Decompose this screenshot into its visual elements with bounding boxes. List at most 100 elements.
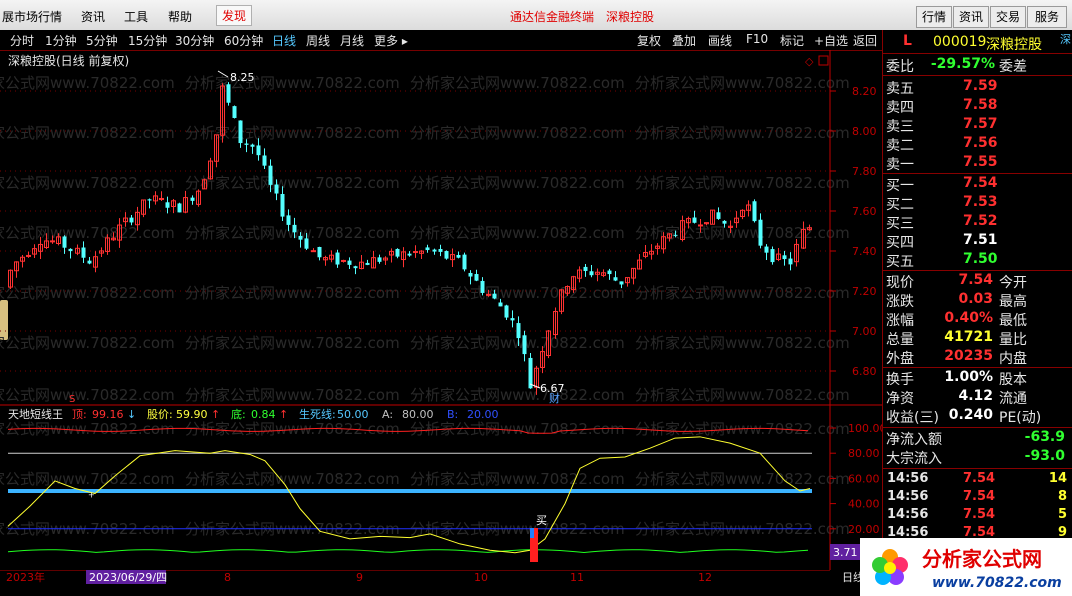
bid-row[interactable]: 买四 7.51 <box>883 232 1069 251</box>
stat-row[interactable]: 收益(三) 0.240 PE(动) <box>883 407 1069 426</box>
watermark-text: 分析家公式网www.70822.com <box>410 124 625 142</box>
flow-row[interactable]: 净流入额 -63.9 <box>883 429 1069 448</box>
trade-row[interactable]: 14:56 7.54 8 <box>883 489 1072 507</box>
quote-button[interactable]: 行情 <box>916 6 952 28</box>
maximize-icon[interactable] <box>818 55 829 66</box>
candle-body <box>274 184 279 194</box>
ask-row[interactable]: 卖五 7.59 <box>883 78 1069 97</box>
bid-row[interactable]: 买二 7.53 <box>883 194 1069 213</box>
stock-code: 000019 <box>933 34 987 50</box>
overlay-button[interactable]: 叠加 <box>672 32 696 49</box>
month-label: 9 <box>356 571 363 584</box>
tab-15min[interactable]: 15分钟 <box>128 32 167 49</box>
tab-more[interactable]: 更多 ▸ <box>374 32 408 49</box>
legend-label: 底: <box>231 407 246 421</box>
stat-row[interactable]: 换手 1.00% 股本 <box>883 369 1069 388</box>
stat-label-2: 最高 <box>999 294 1027 310</box>
f10-button[interactable]: F10 <box>746 32 768 46</box>
candle-body <box>256 145 261 156</box>
candle-body <box>589 271 594 276</box>
stat-label: 涨跌 <box>886 294 914 310</box>
month-label: 12 <box>698 571 712 584</box>
ask-row[interactable]: 卖四 7.58 <box>883 97 1069 116</box>
candle-body <box>468 272 473 277</box>
indicator-chart[interactable]: 分析家公式网www.70822.com 分析家公式网www.70822.com 分析… <box>0 406 882 570</box>
ask-price: 7.56 <box>963 135 998 151</box>
tab-30min[interactable]: 30分钟 <box>175 32 214 49</box>
watermark-text: 分析家公式网www.70822.com <box>185 420 400 438</box>
stat-row[interactable]: 涨幅 0.40% 最低 <box>883 310 1069 329</box>
stock-name: 深粮控股 <box>986 37 1042 53</box>
month-label: 8 <box>224 571 231 584</box>
ask-row[interactable]: 卖一 7.55 <box>883 154 1069 173</box>
trade-row[interactable]: 14:56 7.54 5 <box>883 507 1072 525</box>
back-button[interactable]: 返回 <box>853 32 877 49</box>
trade-button[interactable]: 交易 <box>990 6 1026 28</box>
news-button[interactable]: 资讯 <box>953 6 989 28</box>
candle-body <box>165 202 170 208</box>
bid-label: 买一 <box>886 178 914 194</box>
candle-body <box>292 224 297 233</box>
stat-row[interactable]: 涨跌 0.03 最高 <box>883 291 1069 310</box>
candle-body <box>50 240 55 243</box>
indicator-tick-label: 80.00 <box>848 447 880 460</box>
candle-body <box>758 219 763 246</box>
tab-60min[interactable]: 60分钟 <box>224 32 263 49</box>
indicator-tick-label: 100.00 <box>848 422 882 435</box>
tab-weekly[interactable]: 周线 <box>306 32 330 49</box>
adjust-button[interactable]: 复权 <box>637 32 661 49</box>
side-value: 3.71 <box>833 546 858 559</box>
trade-price: 7.54 <box>963 471 996 486</box>
tab-5min[interactable]: 5分钟 <box>86 32 118 49</box>
candle-body <box>407 253 412 256</box>
stat-value: 7.54 <box>958 272 993 288</box>
legend-arrow: ↑ <box>211 408 220 421</box>
candle-body <box>190 197 195 201</box>
draw-line-button[interactable]: 画线 <box>708 32 732 49</box>
diamond-icon[interactable]: ◇ <box>805 55 814 68</box>
legend-label: B: <box>447 408 458 421</box>
tab-daily[interactable]: 日线 <box>272 32 296 49</box>
level-indicator: L <box>903 33 912 49</box>
ask-row[interactable]: 卖二 7.56 <box>883 135 1069 154</box>
watermark-text: 分析家公式网www.70822.com <box>185 470 400 488</box>
menu-market[interactable]: 展市场行情 <box>2 8 62 25</box>
stat-row[interactable]: 净资 4.12 流通 <box>883 388 1069 407</box>
candle-body <box>298 235 303 240</box>
mark-button[interactable]: 标记 <box>780 32 804 49</box>
tab-monthly[interactable]: 月线 <box>340 32 364 49</box>
cross-marker: + <box>88 491 95 500</box>
stat-row[interactable]: 现价 7.54 今开 <box>883 272 1069 291</box>
price-tick-label: 7.00 <box>852 325 877 338</box>
menu-discover[interactable]: 发现 <box>216 5 253 26</box>
bid-row[interactable]: 买一 7.54 <box>883 175 1069 194</box>
stat-value: 20235 <box>944 348 993 364</box>
service-button[interactable]: 服务 <box>1027 6 1067 28</box>
bid-row[interactable]: 买五 7.50 <box>883 251 1069 270</box>
candlestick-chart[interactable]: 分析家公式网www.70822.com 分析家公式网www.70822.com 分析… <box>0 50 882 406</box>
flow-row[interactable]: 大宗流入 -93.0 <box>883 448 1069 467</box>
trade-row[interactable]: 14:56 7.54 14 <box>883 471 1072 489</box>
tab-1min[interactable]: 1分钟 <box>45 32 77 49</box>
legend-label: A: <box>382 408 393 421</box>
menu-tools[interactable]: 工具 <box>124 8 148 25</box>
ask-row[interactable]: 卖三 7.57 <box>883 116 1069 135</box>
price-tick-label: 7.80 <box>852 165 877 178</box>
watermark-text: 分析家公式网www.70822.com <box>635 174 850 192</box>
legend-value: 20.00 <box>467 408 499 421</box>
add-watchlist-button[interactable]: +自选 <box>814 32 848 49</box>
bid-row[interactable]: 买三 7.52 <box>883 213 1069 232</box>
menu-help[interactable]: 帮助 <box>168 8 192 25</box>
bid-label: 买五 <box>886 254 914 270</box>
menu-news[interactable]: 资讯 <box>81 8 105 25</box>
watermark-text: 分析家公式网www.70822.com <box>0 74 175 92</box>
candle-body <box>782 255 787 260</box>
stat-row[interactable]: 总量 41721 量比 <box>883 329 1069 348</box>
watermark-text: 分析家公式网www.70822.com <box>0 284 175 302</box>
stat-row[interactable]: 外盘 20235 内盘 <box>883 348 1069 367</box>
stock-link[interactable]: 深粮控股 <box>606 8 654 25</box>
terminal-link[interactable]: 通达信金融终端 <box>510 8 594 25</box>
tab-timeshare[interactable]: 分时 <box>10 32 34 49</box>
menu-bar: 展市场行情 资讯 工具 帮助 发现 通达信金融终端 深粮控股 行情 资讯 交易 … <box>0 0 1072 31</box>
candle-body <box>716 212 721 219</box>
